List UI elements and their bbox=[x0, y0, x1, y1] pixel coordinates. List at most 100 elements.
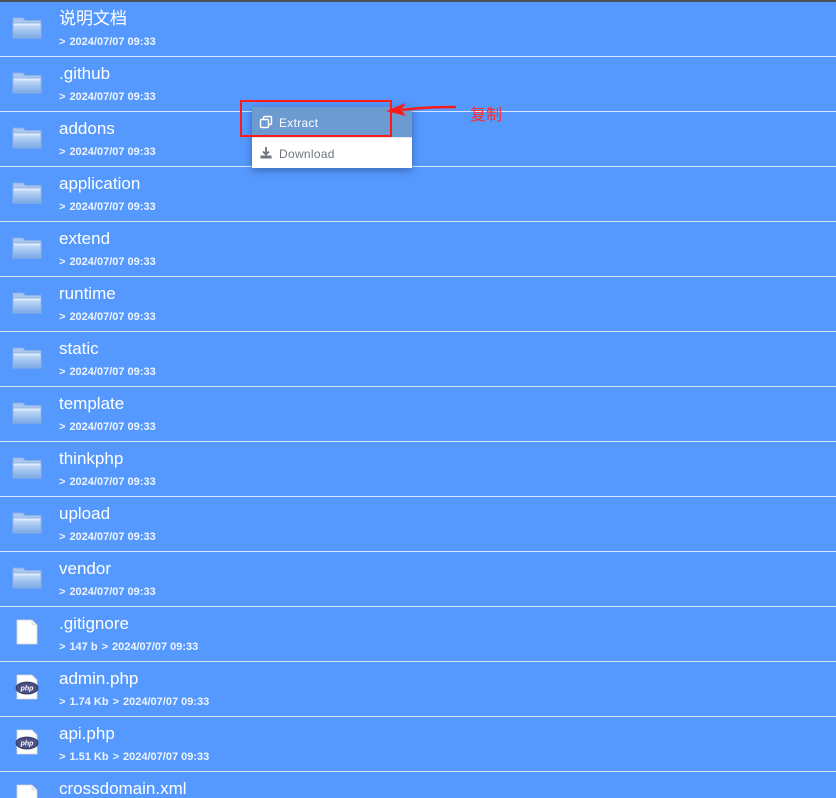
chevron-right-icon: > bbox=[112, 751, 120, 763]
file-date: 2024/07/07 09:33 bbox=[69, 421, 156, 433]
folder-row[interactable]: thinkphp >2024/07/07 09:33 bbox=[0, 442, 836, 497]
file-date: 2024/07/07 09:33 bbox=[69, 311, 156, 323]
file-meta: >2024/07/07 09:33 bbox=[59, 145, 156, 159]
folder-row[interactable]: template >2024/07/07 09:33 bbox=[0, 387, 836, 442]
folder-icon bbox=[12, 343, 42, 371]
file-date: 2024/07/07 09:33 bbox=[69, 146, 156, 158]
file-meta: >2024/07/07 09:33 bbox=[59, 585, 156, 599]
folder-row[interactable]: static >2024/07/07 09:33 bbox=[0, 332, 836, 387]
folder-icon bbox=[12, 563, 42, 591]
chevron-right-icon: > bbox=[59, 36, 66, 48]
file-size: 147 b bbox=[69, 641, 98, 653]
chevron-right-icon: > bbox=[59, 311, 66, 323]
folder-icon bbox=[12, 13, 42, 41]
file-meta: >1.51 Kb >2024/07/07 09:33 bbox=[59, 750, 209, 764]
file-name: upload bbox=[59, 504, 111, 523]
file-date: 2024/07/07 09:33 bbox=[69, 256, 156, 268]
file-row[interactable]: .gitignore >147 b >2024/07/07 09:33 bbox=[0, 607, 836, 662]
file-name: static bbox=[59, 339, 99, 358]
chevron-right-icon: > bbox=[59, 366, 66, 378]
chevron-right-icon: > bbox=[59, 641, 66, 653]
folder-row[interactable]: runtime >2024/07/07 09:33 bbox=[0, 277, 836, 332]
file-name: crossdomain.xml bbox=[59, 779, 187, 798]
file-name: admin.php bbox=[59, 669, 139, 688]
folder-icon bbox=[12, 123, 42, 151]
file-name: application bbox=[59, 174, 141, 193]
folder-icon bbox=[12, 398, 42, 426]
file-size: 1.74 Kb bbox=[69, 696, 109, 708]
file-meta: >1.74 Kb >2024/07/07 09:33 bbox=[59, 695, 209, 709]
php-file-icon: php bbox=[12, 728, 42, 756]
file-size: 1.51 Kb bbox=[69, 751, 109, 763]
file-row[interactable]: php api.php >1.51 Kb >2024/07/07 09:33 bbox=[0, 717, 836, 772]
folder-icon bbox=[12, 453, 42, 481]
file-date: 2024/07/07 09:33 bbox=[69, 476, 156, 488]
chevron-right-icon: > bbox=[101, 641, 109, 653]
file-icon bbox=[12, 618, 42, 646]
file-meta: >2024/07/07 09:33 bbox=[59, 365, 156, 379]
annotation-text: 复制 bbox=[470, 107, 503, 124]
file-name: thinkphp bbox=[59, 449, 124, 468]
file-meta: >2024/07/07 09:33 bbox=[59, 420, 156, 434]
file-name: vendor bbox=[59, 559, 111, 578]
file-meta: >2024/07/07 09:33 bbox=[59, 530, 156, 544]
file-name: api.php bbox=[59, 724, 115, 743]
folder-icon bbox=[12, 233, 42, 261]
file-name: addons bbox=[59, 119, 115, 138]
file-date: 2024/07/07 09:33 bbox=[123, 751, 210, 763]
svg-text:php: php bbox=[20, 686, 35, 693]
annotation-highlight-box bbox=[240, 100, 392, 137]
context-menu-label: Download bbox=[279, 147, 335, 161]
folder-row[interactable]: extend >2024/07/07 09:33 bbox=[0, 222, 836, 277]
php-file-icon: php bbox=[12, 673, 42, 701]
file-meta: >2024/07/07 09:33 bbox=[59, 90, 156, 104]
folder-row[interactable]: application >2024/07/07 09:33 bbox=[0, 167, 836, 222]
file-meta: >2024/07/07 09:33 bbox=[59, 35, 156, 49]
file-name: .gitignore bbox=[59, 614, 129, 633]
folder-icon bbox=[12, 68, 42, 96]
file-meta: >2024/07/07 09:33 bbox=[59, 255, 156, 269]
file-date: 2024/07/07 09:33 bbox=[69, 91, 156, 103]
folder-row[interactable]: upload >2024/07/07 09:33 bbox=[0, 497, 836, 552]
chevron-right-icon: > bbox=[59, 531, 66, 543]
file-meta: >2024/07/07 09:33 bbox=[59, 475, 156, 489]
file-date: 2024/07/07 09:33 bbox=[112, 641, 199, 653]
file-meta: >2024/07/07 09:33 bbox=[59, 310, 156, 324]
annotation-arrow-icon bbox=[386, 103, 457, 116]
file-date: 2024/07/07 09:33 bbox=[69, 36, 156, 48]
file-row[interactable]: crossdomain.xml bbox=[0, 772, 836, 798]
file-date: 2024/07/07 09:33 bbox=[123, 696, 210, 708]
file-icon bbox=[12, 783, 42, 798]
chevron-right-icon: > bbox=[59, 476, 66, 488]
file-meta: >147 b >2024/07/07 09:33 bbox=[59, 640, 198, 654]
file-name: runtime bbox=[59, 284, 116, 303]
file-manager-page: 说明文档 >2024/07/07 09:33 .github >2024/07/07 … bbox=[0, 0, 836, 798]
folder-icon bbox=[12, 508, 42, 536]
folder-row[interactable]: 说明文档 >2024/07/07 09:33 bbox=[0, 2, 836, 57]
file-date: 2024/07/07 09:33 bbox=[69, 531, 156, 543]
chevron-right-icon: > bbox=[59, 201, 66, 213]
chevron-right-icon: > bbox=[59, 421, 66, 433]
file-row[interactable]: php admin.php >1.74 Kb >2024/07/07 09:33 bbox=[0, 662, 836, 717]
chevron-right-icon: > bbox=[59, 751, 66, 763]
chevron-right-icon: > bbox=[59, 91, 66, 103]
folder-row[interactable]: vendor >2024/07/07 09:33 bbox=[0, 552, 836, 607]
chevron-right-icon: > bbox=[112, 696, 120, 708]
chevron-right-icon: > bbox=[59, 256, 66, 268]
file-meta: >2024/07/07 09:33 bbox=[59, 200, 156, 214]
context-menu-item-download[interactable]: Download bbox=[252, 138, 412, 168]
chevron-right-icon: > bbox=[59, 696, 66, 708]
chevron-right-icon: > bbox=[59, 586, 66, 598]
file-date: 2024/07/07 09:33 bbox=[69, 586, 156, 598]
folder-icon bbox=[12, 288, 42, 316]
file-date: 2024/07/07 09:33 bbox=[69, 201, 156, 213]
file-name: template bbox=[59, 394, 125, 413]
chevron-right-icon: > bbox=[59, 146, 66, 158]
file-name: .github bbox=[59, 64, 111, 83]
file-name: 说明文档 bbox=[59, 9, 127, 28]
file-name: extend bbox=[59, 229, 111, 248]
svg-text:php: php bbox=[20, 741, 35, 748]
file-date: 2024/07/07 09:33 bbox=[69, 366, 156, 378]
download-icon bbox=[260, 147, 272, 159]
folder-icon bbox=[12, 178, 42, 206]
